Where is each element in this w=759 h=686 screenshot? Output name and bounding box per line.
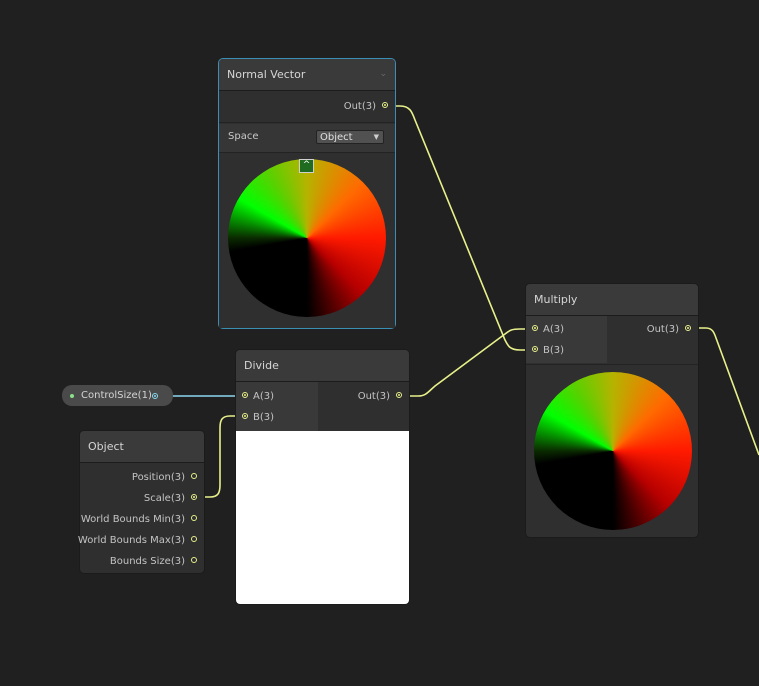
multiply-header[interactable]: Multiply — [526, 284, 698, 316]
out-port[interactable]: Out(3) — [344, 96, 388, 117]
input-a-port[interactable]: A(3) — [242, 386, 274, 407]
out-port-dot-icon[interactable] — [685, 325, 691, 331]
input-a-port[interactable]: A(3) — [532, 319, 564, 340]
node-title: Object — [88, 440, 124, 453]
bounds-size-port[interactable]: Bounds Size(3) — [110, 551, 197, 572]
input-b-port[interactable]: B(3) — [532, 340, 564, 361]
scale-dot-icon[interactable] — [191, 494, 197, 500]
out-port-dot-icon[interactable] — [382, 102, 388, 108]
world-bounds-max-dot-icon[interactable] — [191, 536, 197, 542]
node-title: Multiply — [534, 293, 578, 306]
out-port-dot-icon[interactable] — [396, 392, 402, 398]
property-dot-icon — [70, 394, 74, 398]
divide-preview — [236, 431, 409, 604]
bounds-size-label: Bounds Size(3) — [109, 556, 185, 567]
input-a-dot-icon[interactable] — [242, 392, 248, 398]
property-label: ControlSize(1) — [81, 390, 152, 401]
divide-header[interactable]: Divide — [236, 350, 409, 382]
multiply-node[interactable]: Multiply A(3) B(3) Out(3) — [525, 283, 699, 538]
world-bounds-min-label: World Bounds Min(3) — [80, 514, 185, 525]
input-b-dot-icon[interactable] — [532, 346, 538, 352]
input-b-dot-icon[interactable] — [242, 413, 248, 419]
collapse-preview-icon[interactable]: ^ — [299, 159, 314, 173]
out-port-label: Out(3) — [357, 391, 390, 402]
object-node[interactable]: Object Position(3) Scale(3) World Bounds… — [78, 430, 205, 574]
normal-vector-node[interactable]: Normal Vector ⌄ Out(3) Space Object ▼ ^ — [218, 58, 396, 329]
out-port-label: Out(3) — [646, 324, 679, 335]
input-a-label: A(3) — [543, 324, 565, 335]
out-port[interactable]: Out(3) — [647, 319, 691, 340]
object-header[interactable]: Object — [80, 431, 204, 463]
scale-port[interactable]: Scale(3) — [144, 488, 197, 509]
wire-divide-to-multiply-a — [399, 328, 536, 397]
divider — [526, 364, 698, 365]
space-label: Space — [228, 131, 259, 142]
out-port[interactable]: Out(3) — [358, 386, 402, 407]
shader-graph-canvas[interactable]: Normal Vector ⌄ Out(3) Space Object ▼ ^ … — [0, 0, 759, 686]
input-b-label: B(3) — [543, 345, 565, 356]
input-b-label: B(3) — [253, 412, 275, 423]
space-dropdown-value: Object — [320, 132, 353, 143]
normal-vector-header[interactable]: Normal Vector ⌄ — [219, 59, 395, 91]
bounds-size-dot-icon[interactable] — [191, 557, 197, 563]
scale-label: Scale(3) — [143, 493, 185, 504]
world-bounds-max-label: World Bounds Max(3) — [77, 535, 185, 546]
space-control-row: Space Object ▼ — [219, 124, 395, 153]
divide-node[interactable]: Divide A(3) B(3) Out(3) — [235, 349, 410, 605]
position-port[interactable]: Position(3) — [132, 467, 197, 488]
input-a-label: A(3) — [253, 391, 275, 402]
output-section: Out(3) — [219, 92, 395, 123]
property-out-dot-icon[interactable] — [152, 393, 158, 399]
controlsize-property-node[interactable]: ControlSize(1) — [62, 385, 173, 406]
position-label: Position(3) — [131, 472, 185, 483]
input-b-port[interactable]: B(3) — [242, 407, 274, 428]
wire-normal-to-multiply-b — [383, 105, 536, 351]
dropdown-arrow-icon: ▼ — [373, 133, 379, 141]
world-bounds-min-port[interactable]: World Bounds Min(3) — [81, 509, 197, 530]
out-port-label: Out(3) — [343, 101, 376, 112]
space-dropdown[interactable]: Object ▼ — [316, 130, 384, 144]
world-bounds-max-port[interactable]: World Bounds Max(3) — [78, 530, 197, 551]
normal-preview-sphere — [228, 159, 386, 317]
preview-area: ^ — [219, 153, 395, 328]
node-title: Normal Vector — [227, 68, 306, 81]
input-section: A(3) B(3) — [526, 316, 607, 363]
input-section: A(3) B(3) — [236, 382, 318, 431]
world-bounds-min-dot-icon[interactable] — [191, 515, 197, 521]
multiply-preview-sphere — [534, 372, 692, 530]
position-dot-icon[interactable] — [191, 473, 197, 479]
collapse-chevron-icon[interactable]: ⌄ — [379, 59, 387, 90]
input-a-dot-icon[interactable] — [532, 325, 538, 331]
node-title: Divide — [244, 359, 279, 372]
